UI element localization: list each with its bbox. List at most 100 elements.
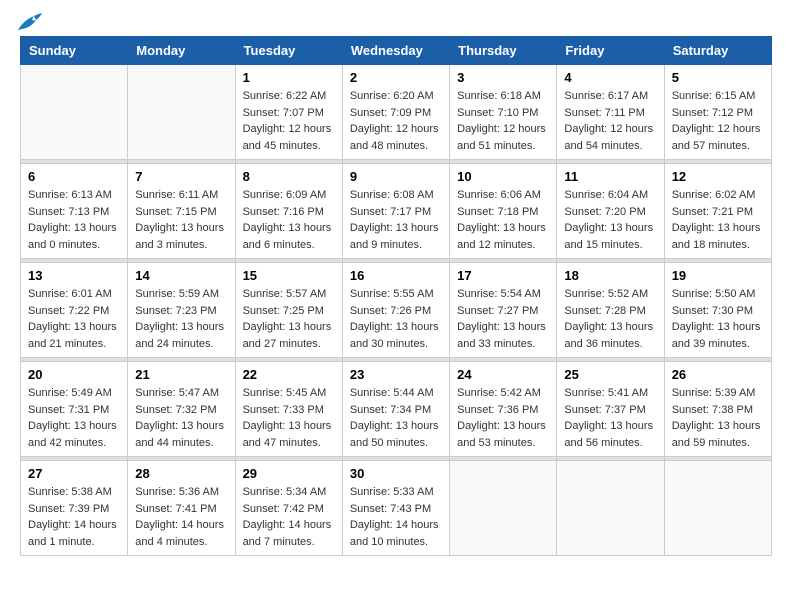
calendar-cell: 29Sunrise: 5:34 AM Sunset: 7:42 PM Dayli… bbox=[235, 461, 342, 556]
calendar-cell: 24 Sunrise: 5:42 AM Sunset: 7:36 PM Dayli… bbox=[450, 362, 557, 457]
day-number: 21 bbox=[135, 367, 227, 382]
calendar-cell bbox=[128, 65, 235, 160]
calendar-cell: 25 Sunrise: 5:41 AM Sunset: 7:37 PM Dayli… bbox=[557, 362, 664, 457]
day-number: 12 bbox=[672, 169, 764, 184]
day-number: 25 bbox=[564, 367, 656, 382]
day-info: Sunrise: 5:44 AM Sunset: 7:34 PM Dayligh… bbox=[350, 385, 442, 451]
calendar-cell: 22Sunrise: 5:45 AM Sunset: 7:33 PM Dayli… bbox=[235, 362, 342, 457]
day-info: Sunrise: 6:13 AM Sunset: 7:13 PM Dayligh… bbox=[28, 187, 120, 253]
calendar-cell: 3 Sunrise: 6:18 AM Sunset: 7:10 PM Daylig… bbox=[450, 65, 557, 160]
day-number: 11 bbox=[564, 169, 656, 184]
day-number: 15 bbox=[243, 268, 335, 283]
day-info: Sunrise: 5:50 AM Sunset: 7:30 PM Dayligh… bbox=[672, 286, 764, 352]
calendar-cell bbox=[557, 461, 664, 556]
day-number: 7 bbox=[135, 169, 227, 184]
calendar-cell: 5 Sunrise: 6:15 AM Sunset: 7:12 PM Daylig… bbox=[664, 65, 771, 160]
day-info: Sunrise: 6:18 AM Sunset: 7:10 PM Dayligh… bbox=[457, 88, 549, 154]
calendar-cell: 7 Sunrise: 6:11 AM Sunset: 7:15 PM Daylig… bbox=[128, 164, 235, 259]
day-info: Sunrise: 6:17 AM Sunset: 7:11 PM Dayligh… bbox=[564, 88, 656, 154]
calendar-cell: 30 Sunrise: 5:33 AM Sunset: 7:43 PM Dayli… bbox=[342, 461, 449, 556]
day-info: Sunrise: 5:38 AM Sunset: 7:39 PM Dayligh… bbox=[28, 484, 120, 550]
day-number: 2 bbox=[350, 70, 442, 85]
day-info: Sunrise: 5:33 AM Sunset: 7:43 PM Dayligh… bbox=[350, 484, 442, 550]
day-info: Sunrise: 5:36 AM Sunset: 7:41 PM Dayligh… bbox=[135, 484, 227, 550]
calendar-cell: 6 Sunrise: 6:13 AM Sunset: 7:13 PM Daylig… bbox=[21, 164, 128, 259]
calendar-cell: 1 Sunrise: 6:22 AM Sunset: 7:07 PM Daylig… bbox=[235, 65, 342, 160]
calendar-cell: 4 Sunrise: 6:17 AM Sunset: 7:11 PM Daylig… bbox=[557, 65, 664, 160]
day-number: 27 bbox=[28, 466, 120, 481]
day-info: Sunrise: 5:57 AM Sunset: 7:25 PM Dayligh… bbox=[243, 286, 335, 352]
day-info: Sunrise: 6:01 AM Sunset: 7:22 PM Dayligh… bbox=[28, 286, 120, 352]
day-info: Sunrise: 5:45 AM Sunset: 7:33 PM Dayligh… bbox=[243, 385, 335, 451]
day-info: Sunrise: 5:55 AM Sunset: 7:26 PM Dayligh… bbox=[350, 286, 442, 352]
day-number: 20 bbox=[28, 367, 120, 382]
day-info: Sunrise: 6:04 AM Sunset: 7:20 PM Dayligh… bbox=[564, 187, 656, 253]
day-number: 30 bbox=[350, 466, 442, 481]
calendar-cell: 23 Sunrise: 5:44 AM Sunset: 7:34 PM Dayli… bbox=[342, 362, 449, 457]
calendar-cell: 14 Sunrise: 5:59 AM Sunset: 7:23 PM Dayli… bbox=[128, 263, 235, 358]
day-number: 16 bbox=[350, 268, 442, 283]
day-info: Sunrise: 5:42 AM Sunset: 7:36 PM Dayligh… bbox=[457, 385, 549, 451]
weekday-header-tuesday: Tuesday bbox=[235, 37, 342, 65]
weekday-header-row: SundayMondayTuesdayWednesdayThursdayFrid… bbox=[21, 37, 772, 65]
calendar-cell: 27 Sunrise: 5:38 AM Sunset: 7:39 PM Dayli… bbox=[21, 461, 128, 556]
calendar-cell: 21 Sunrise: 5:47 AM Sunset: 7:32 PM Dayli… bbox=[128, 362, 235, 457]
calendar-cell bbox=[21, 65, 128, 160]
day-info: Sunrise: 5:59 AM Sunset: 7:23 PM Dayligh… bbox=[135, 286, 227, 352]
day-number: 10 bbox=[457, 169, 549, 184]
calendar-cell: 10 Sunrise: 6:06 AM Sunset: 7:18 PM Dayli… bbox=[450, 164, 557, 259]
day-number: 28 bbox=[135, 466, 227, 481]
day-info: Sunrise: 6:02 AM Sunset: 7:21 PM Dayligh… bbox=[672, 187, 764, 253]
calendar-week-row: 6 Sunrise: 6:13 AM Sunset: 7:13 PM Daylig… bbox=[21, 164, 772, 259]
weekday-header-saturday: Saturday bbox=[664, 37, 771, 65]
day-info: Sunrise: 6:06 AM Sunset: 7:18 PM Dayligh… bbox=[457, 187, 549, 253]
calendar-cell: 26 Sunrise: 5:39 AM Sunset: 7:38 PM Dayli… bbox=[664, 362, 771, 457]
calendar-cell: 11 Sunrise: 6:04 AM Sunset: 7:20 PM Dayli… bbox=[557, 164, 664, 259]
calendar-cell: 17 Sunrise: 5:54 AM Sunset: 7:27 PM Dayli… bbox=[450, 263, 557, 358]
calendar-cell bbox=[664, 461, 771, 556]
day-number: 24 bbox=[457, 367, 549, 382]
day-number: 6 bbox=[28, 169, 120, 184]
day-info: Sunrise: 6:11 AM Sunset: 7:15 PM Dayligh… bbox=[135, 187, 227, 253]
day-number: 23 bbox=[350, 367, 442, 382]
day-number: 14 bbox=[135, 268, 227, 283]
calendar-week-row: 13 Sunrise: 6:01 AM Sunset: 7:22 PM Dayli… bbox=[21, 263, 772, 358]
day-info: Sunrise: 6:15 AM Sunset: 7:12 PM Dayligh… bbox=[672, 88, 764, 154]
weekday-header-wednesday: Wednesday bbox=[342, 37, 449, 65]
logo-bird-icon bbox=[14, 12, 42, 34]
calendar-table: SundayMondayTuesdayWednesdayThursdayFrid… bbox=[20, 36, 772, 556]
calendar-week-row: 27 Sunrise: 5:38 AM Sunset: 7:39 PM Dayli… bbox=[21, 461, 772, 556]
day-info: Sunrise: 5:54 AM Sunset: 7:27 PM Dayligh… bbox=[457, 286, 549, 352]
day-number: 4 bbox=[564, 70, 656, 85]
calendar-cell: 16 Sunrise: 5:55 AM Sunset: 7:26 PM Dayli… bbox=[342, 263, 449, 358]
day-number: 17 bbox=[457, 268, 549, 283]
day-number: 9 bbox=[350, 169, 442, 184]
day-number: 3 bbox=[457, 70, 549, 85]
calendar-cell: 18 Sunrise: 5:52 AM Sunset: 7:28 PM Dayli… bbox=[557, 263, 664, 358]
day-info: Sunrise: 5:41 AM Sunset: 7:37 PM Dayligh… bbox=[564, 385, 656, 451]
calendar-cell: 13 Sunrise: 6:01 AM Sunset: 7:22 PM Dayli… bbox=[21, 263, 128, 358]
calendar-week-row: 1 Sunrise: 6:22 AM Sunset: 7:07 PM Daylig… bbox=[21, 65, 772, 160]
calendar-cell: 20 Sunrise: 5:49 AM Sunset: 7:31 PM Dayli… bbox=[21, 362, 128, 457]
day-info: Sunrise: 6:22 AM Sunset: 7:07 PM Dayligh… bbox=[243, 88, 335, 154]
day-info: Sunrise: 5:47 AM Sunset: 7:32 PM Dayligh… bbox=[135, 385, 227, 451]
day-number: 26 bbox=[672, 367, 764, 382]
calendar-cell: 19Sunrise: 5:50 AM Sunset: 7:30 PM Dayli… bbox=[664, 263, 771, 358]
calendar-cell bbox=[450, 461, 557, 556]
day-number: 13 bbox=[28, 268, 120, 283]
calendar-week-row: 20 Sunrise: 5:49 AM Sunset: 7:31 PM Dayli… bbox=[21, 362, 772, 457]
day-info: Sunrise: 6:09 AM Sunset: 7:16 PM Dayligh… bbox=[243, 187, 335, 253]
day-info: Sunrise: 5:52 AM Sunset: 7:28 PM Dayligh… bbox=[564, 286, 656, 352]
calendar-cell: 15 Sunrise: 5:57 AM Sunset: 7:25 PM Dayli… bbox=[235, 263, 342, 358]
day-number: 8 bbox=[243, 169, 335, 184]
day-number: 18 bbox=[564, 268, 656, 283]
weekday-header-thursday: Thursday bbox=[450, 37, 557, 65]
day-info: Sunrise: 5:49 AM Sunset: 7:31 PM Dayligh… bbox=[28, 385, 120, 451]
weekday-header-monday: Monday bbox=[128, 37, 235, 65]
calendar-cell: 12 Sunrise: 6:02 AM Sunset: 7:21 PM Dayli… bbox=[664, 164, 771, 259]
calendar-cell: 9Sunrise: 6:08 AM Sunset: 7:17 PM Daylig… bbox=[342, 164, 449, 259]
day-info: Sunrise: 5:39 AM Sunset: 7:38 PM Dayligh… bbox=[672, 385, 764, 451]
weekday-header-sunday: Sunday bbox=[21, 37, 128, 65]
day-number: 1 bbox=[243, 70, 335, 85]
day-number: 5 bbox=[672, 70, 764, 85]
